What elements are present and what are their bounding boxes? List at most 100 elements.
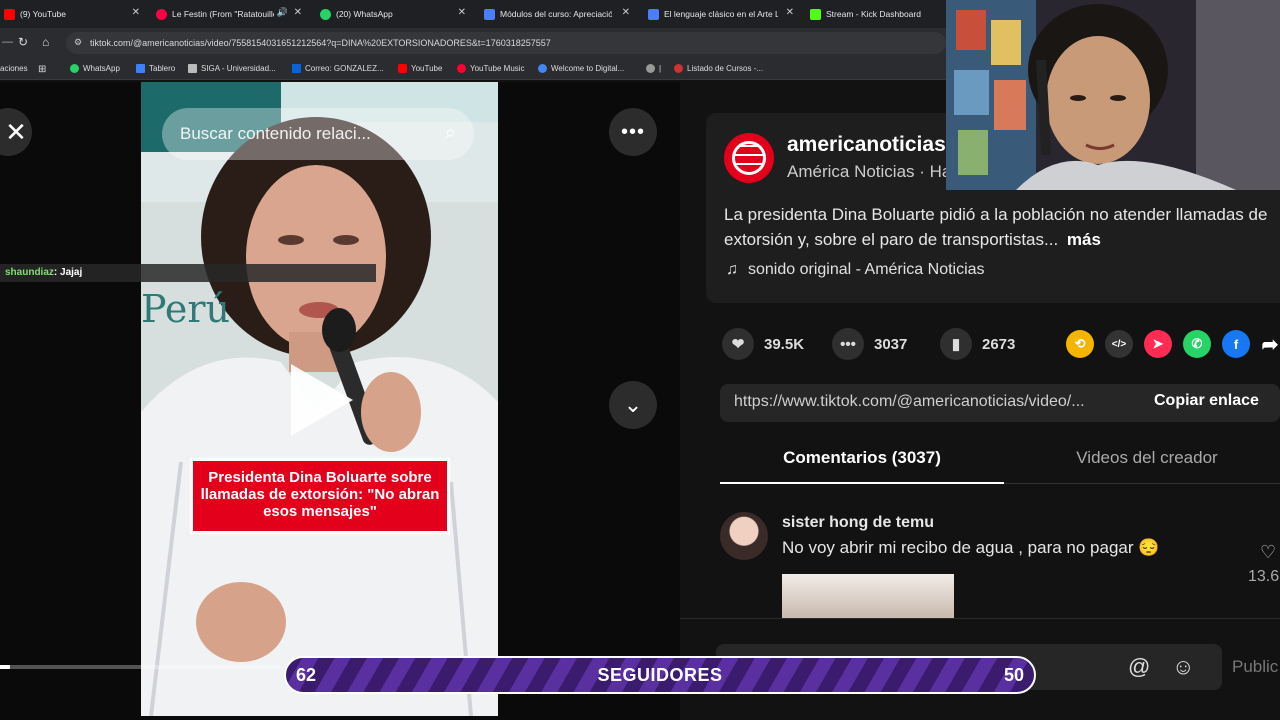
more-icon: ••• [620,120,645,143]
globe-icon [732,141,766,175]
close-icon[interactable]: ✕ [294,7,302,18]
browser-tab[interactable]: (20) WhatsApp ✕ [320,4,466,24]
whatsapp-icon [320,8,331,20]
bookmark[interactable]: WhatsApp [70,64,120,73]
bookmark-label: Listado de Cursos -... [687,64,764,73]
tab-title: Le Festin (From "Ratatouille") [172,9,274,19]
like-count: 39.5K [764,335,805,353]
chat-username: shaundiaz [5,267,54,278]
caption-text: Presidenta Dina Boluarte sobre llamadas … [200,469,440,520]
copy-link-button[interactable]: Copiar enlace [1154,392,1259,410]
embed-button[interactable]: </> [1105,330,1133,358]
browser-tab[interactable]: Módulos del curso: Apreciación ✕ [484,4,630,24]
heart-icon[interactable]: ♡ [1260,542,1276,563]
tab-comments-label: Comentarios (3037) [783,448,941,467]
bookmark[interactable]: Correo: GONZALEZ... [292,64,384,73]
post-description: La presidenta Dina Boluarte pidió a la p… [724,202,1280,252]
comment-button[interactable]: ••• 3037 [832,328,907,360]
bookmark[interactable]: Tablero [136,64,175,73]
bookmark[interactable]: SIGA - Universidad... [188,64,276,73]
apps-icon[interactable]: ⊞ [38,64,46,75]
close-icon[interactable]: ✕ [458,7,466,18]
avatar[interactable] [724,133,774,183]
post-comment-button[interactable]: Public [1232,657,1278,677]
tab-comments[interactable]: Comentarios (3037) [720,440,1004,484]
video-search-input[interactable]: Buscar contenido relaci... ⌕ [162,108,474,160]
sound-link[interactable]: ♫ sonido original - América Noticias [726,261,985,279]
followers-goal: 50 [1003,665,1024,685]
music-note-icon: ♫ [726,261,738,278]
bookmark-label: YouTube [411,64,443,73]
background-text: Perú [141,287,230,331]
repost-icon: ⟲ [1074,336,1086,351]
youtube-icon [398,64,407,73]
search-icon[interactable]: ⌕ [445,122,456,145]
browser-tab[interactable]: El lenguaje clásico en el Arte Lp ✕ [648,4,794,24]
next-video-button[interactable]: ⌄ [609,381,657,429]
browser-tab-bar: (9) YouTube ✕ Le Festin (From "Ratatouil… [0,0,946,28]
close-icon[interactable]: ✕ [786,7,794,18]
browser-tab[interactable]: (9) YouTube ✕ [4,4,140,24]
chat-text: : Jajaj [53,267,83,278]
bookmark-label: Welcome to Digital... [551,64,625,73]
save-button[interactable]: ▮ 2673 [940,328,1015,360]
play-icon[interactable] [291,364,353,436]
site-info-icon[interactable]: ⚙ [74,37,82,48]
back-icon[interactable]: — [2,36,13,48]
more-link[interactable]: más [1067,230,1101,249]
send-button[interactable]: ➤ [1144,330,1172,358]
speaker-icon[interactable]: 🔊 [277,7,288,18]
share-link-field[interactable]: https://www.tiktok.com/@americanoticias/… [720,384,1280,422]
close-icon[interactable]: ✕ [132,7,140,18]
whatsapp-icon [70,64,79,73]
close-icon: ✕ [5,116,27,147]
video-progress-bar[interactable] [0,665,280,669]
bookmark-label: Correo: GONZALEZ... [305,64,384,73]
save-count: 2673 [982,335,1016,353]
whatsapp-share-button[interactable]: ✆ [1183,330,1211,358]
whatsapp-icon: ✆ [1191,336,1203,351]
comment-author[interactable]: sister hong de temu [782,514,934,532]
comment-image[interactable] [782,574,954,618]
mention-icon[interactable]: @ [1128,654,1150,680]
post-username[interactable]: americanoticias [787,133,946,157]
repost-button[interactable]: ⟲ [1066,330,1094,358]
close-icon[interactable]: ✕ [622,7,630,18]
url-field[interactable]: ⚙ tiktok.com/@americanoticias/video/7558… [66,32,946,54]
bookmark[interactable]: YouTube [398,64,442,73]
emoji-icon[interactable]: ☺ [1172,654,1194,680]
more-share-button[interactable]: ➦ [1256,330,1280,358]
address-bar: — ↻ ⌂ ⚙ tiktok.com/@americanoticias/vide… [0,28,946,58]
facebook-share-button[interactable]: f [1222,330,1250,358]
sound-label: sonido original - América Noticias [748,261,985,278]
comment-count: 3037 [874,335,908,353]
bookmark[interactable]: aciones [0,64,28,73]
youtube-music-icon [457,64,466,73]
chevron-down-icon: ⌄ [623,392,643,417]
video-player[interactable]: Perú [141,82,498,716]
bookmark[interactable]: Welcome to Digital... [538,64,624,73]
reload-icon[interactable]: ↻ [18,35,28,49]
send-icon: ➤ [1152,336,1164,351]
comment-divider [680,618,1280,619]
description-text: La presidenta Dina Boluarte pidió a la p… [724,205,1268,249]
webcam-frame [946,0,1280,190]
bookmark[interactable]: Listado de Cursos -... [674,64,763,73]
board-icon [136,64,145,73]
bookmark[interactable]: YouTube Music [457,64,525,73]
tab-title: El lenguaje clásico en el Arte Lp [664,9,778,19]
comment-icon: ••• [832,328,864,360]
music-icon [156,8,167,20]
home-icon[interactable]: ⌂ [42,35,49,49]
bookmark[interactable]: | [646,64,661,73]
mail-icon [292,64,301,73]
browser-tab[interactable]: Stream - Kick Dashboard [810,4,946,24]
search-placeholder: Buscar contenido relaci... [180,124,371,143]
like-button[interactable]: ❤ 39.5K [722,328,804,360]
tab-creator-videos[interactable]: Videos del creador [1004,440,1280,484]
more-options-button[interactable]: ••• [609,108,657,156]
bookmark-label: WhatsApp [83,64,120,73]
facebook-icon: f [1233,336,1239,352]
avatar[interactable] [720,512,768,560]
browser-tab[interactable]: Le Festin (From "Ratatouille") 🔊 ✕ [156,4,302,24]
